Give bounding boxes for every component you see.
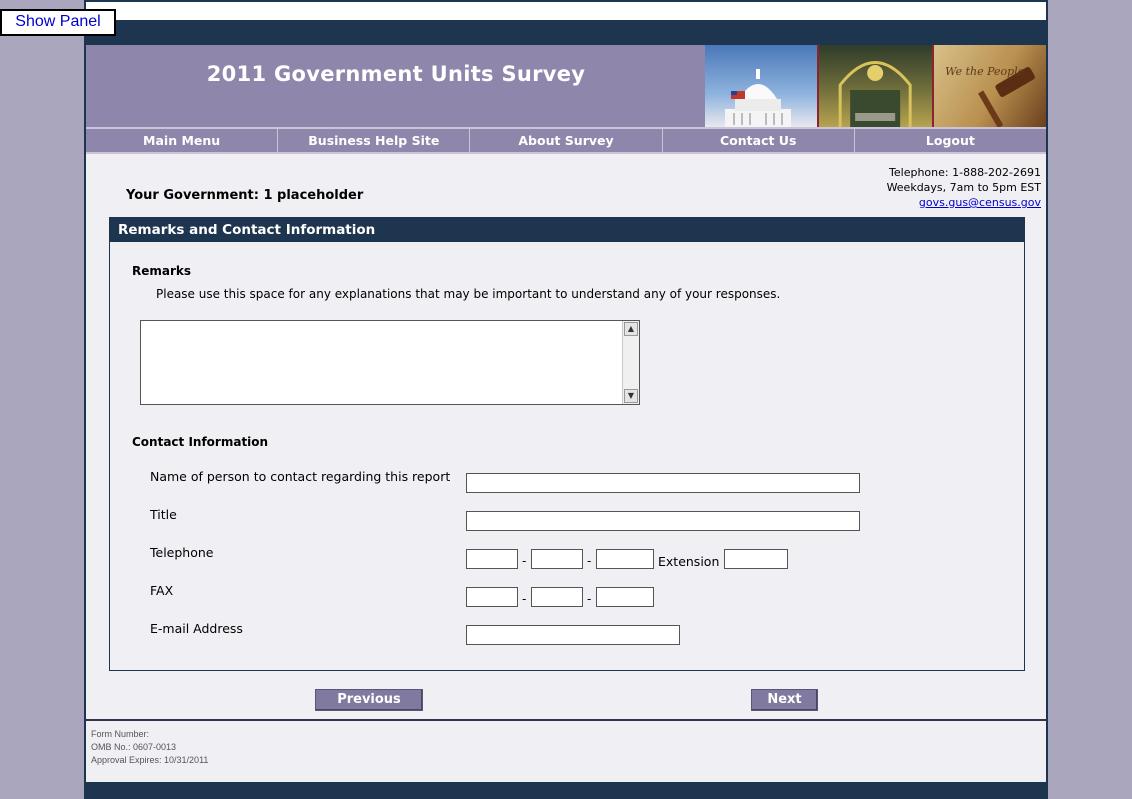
nav-logout[interactable]: Logout xyxy=(855,129,1046,152)
capitol-image xyxy=(705,45,818,127)
email-input[interactable] xyxy=(466,625,680,645)
scroll-up-icon[interactable]: ▲ xyxy=(624,322,638,336)
nav-business-help-site[interactable]: Business Help Site xyxy=(278,129,471,152)
remarks-scrollbar[interactable]: ▲ ▼ xyxy=(622,321,639,404)
gavel-image: We the People xyxy=(933,45,1046,127)
fax-label: FAX xyxy=(150,583,174,598)
telephone-label: Telephone xyxy=(150,545,214,560)
remarks-contact-section: Remarks and Contact Information Remarks … xyxy=(109,217,1025,671)
banner-photos: We the People xyxy=(705,45,1046,127)
bottom-bar xyxy=(86,782,1046,799)
fax-line-input[interactable] xyxy=(596,587,654,607)
telephone-prefix-input[interactable] xyxy=(531,549,583,569)
contact-name-label: Name of person to contact regarding this… xyxy=(150,469,451,484)
page-container: 2011 Government Units Survey We the Peop… xyxy=(84,0,1048,799)
telephone-dash-1: - xyxy=(522,554,527,568)
fax-dash-2: - xyxy=(587,592,592,606)
scroll-down-icon[interactable]: ▼ xyxy=(624,389,638,403)
government-name: Your Government: 1 placeholder xyxy=(126,188,364,203)
fax-dash-1: - xyxy=(522,592,527,606)
top-strip xyxy=(86,0,1046,20)
fax-area-code-input[interactable] xyxy=(466,587,518,607)
extension-label: Extension xyxy=(658,554,720,569)
email-label: E-mail Address xyxy=(150,621,243,636)
help-telephone: Telephone: 1-888-202-2691 xyxy=(889,166,1041,179)
banner-title: 2011 Government Units Survey xyxy=(206,62,586,86)
top-border xyxy=(86,0,1046,2)
capitol-dome-icon xyxy=(725,69,791,127)
previous-button[interactable]: Previous xyxy=(315,689,423,711)
gavel-icon: We the People xyxy=(945,65,1035,127)
telephone-extension-input[interactable] xyxy=(724,549,788,569)
title-input[interactable] xyxy=(466,511,860,531)
remarks-note: Please use this space for any explanatio… xyxy=(156,287,781,301)
banner: 2011 Government Units Survey We the Peop… xyxy=(86,45,1046,127)
contact-name-input[interactable] xyxy=(466,473,860,493)
city-hall-gate-icon xyxy=(838,61,912,127)
help-hours: Weekdays, 7am to 5pm EST xyxy=(886,181,1041,194)
banner-top-band xyxy=(86,20,1046,45)
section-title: Remarks and Contact Information xyxy=(110,218,1024,242)
form-number: Form Number: xyxy=(91,729,150,739)
footer-divider xyxy=(86,719,1046,721)
next-button[interactable]: Next xyxy=(751,689,818,711)
city-hall-image xyxy=(817,45,934,127)
remarks-heading: Remarks xyxy=(132,264,192,278)
nav-about-survey[interactable]: About Survey xyxy=(470,129,663,152)
form-info: Form Number: OMB No.: 0607-0013 Approval… xyxy=(91,728,208,767)
svg-text:We the People: We the People xyxy=(945,65,1025,78)
nav-main-menu[interactable]: Main Menu xyxy=(86,129,279,152)
nav-contact-us[interactable]: Contact Us xyxy=(663,129,855,152)
fax-prefix-input[interactable] xyxy=(531,587,583,607)
approval-expires: Approval Expires: 10/31/2011 xyxy=(91,755,209,765)
remarks-textarea[interactable]: ▲ ▼ xyxy=(140,320,640,405)
help-contact: Telephone: 1-888-202-2691 Weekdays, 7am … xyxy=(887,165,1041,210)
contact-heading: Contact Information xyxy=(132,435,269,449)
omb-number: OMB No.: 0607-0013 xyxy=(91,742,177,752)
title-label: Title xyxy=(150,507,177,522)
telephone-line-input[interactable] xyxy=(596,549,654,569)
main-nav: Main Menu Business Help Site About Surve… xyxy=(86,127,1046,154)
show-panel-button[interactable]: Show Panel xyxy=(0,9,116,36)
help-email-link[interactable]: govs.gus@census.gov xyxy=(919,196,1041,209)
telephone-area-code-input[interactable] xyxy=(466,549,518,569)
telephone-dash-2: - xyxy=(587,554,592,568)
